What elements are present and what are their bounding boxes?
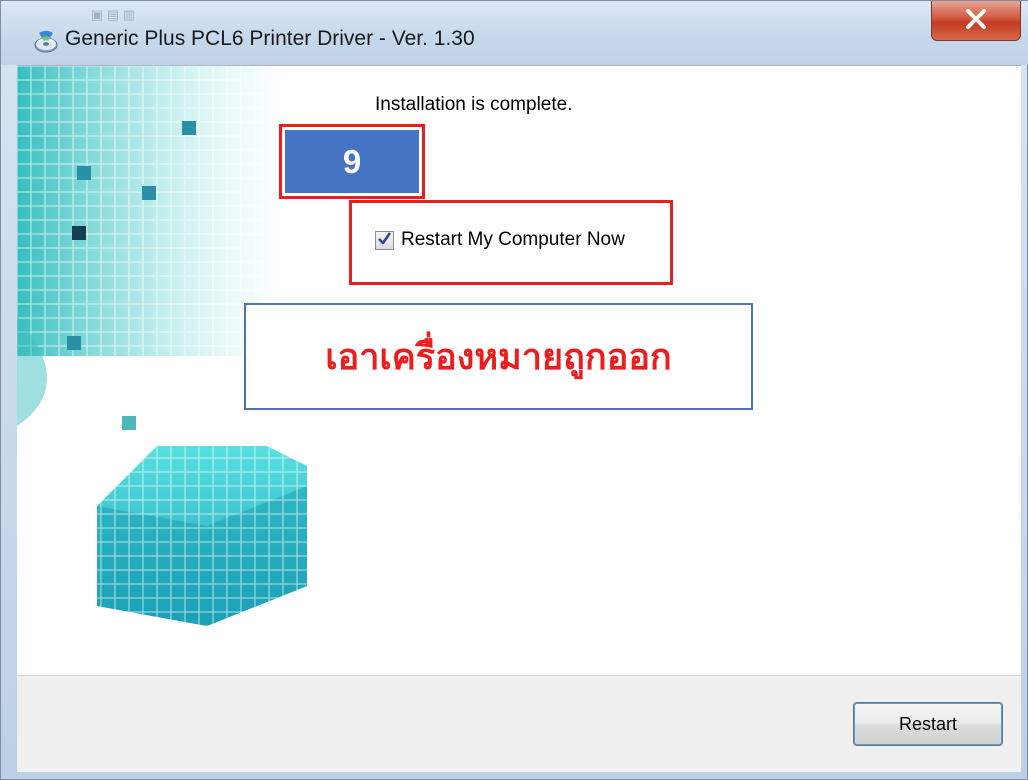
installation-complete-message: Installation is complete. — [375, 94, 573, 115]
instruction-note: เอาเครื่องหมายถูกออก — [244, 303, 753, 410]
title-bar[interactable]: ▣ ▤ ▥ Generic Plus PCL6 Printer Driver -… — [1, 1, 1028, 65]
restart-button[interactable]: Restart — [853, 702, 1003, 746]
instruction-note-text: เอาเครื่องหมายถูกออก — [325, 337, 672, 378]
installer-disc-icon — [33, 29, 59, 55]
close-icon — [965, 8, 987, 33]
checkbox-highlight-frame — [349, 200, 673, 285]
step-number-badge: 9 — [279, 124, 425, 199]
step-number: 9 — [285, 130, 419, 193]
close-button[interactable] — [931, 1, 1021, 41]
window-title: Generic Plus PCL6 Printer Driver - Ver. … — [65, 27, 475, 50]
background-ghost-text: ▣ ▤ ▥ — [91, 7, 136, 22]
installer-window: ▣ ▤ ▥ Generic Plus PCL6 Printer Driver -… — [0, 0, 1028, 780]
button-footer: Restart — [17, 675, 1021, 772]
